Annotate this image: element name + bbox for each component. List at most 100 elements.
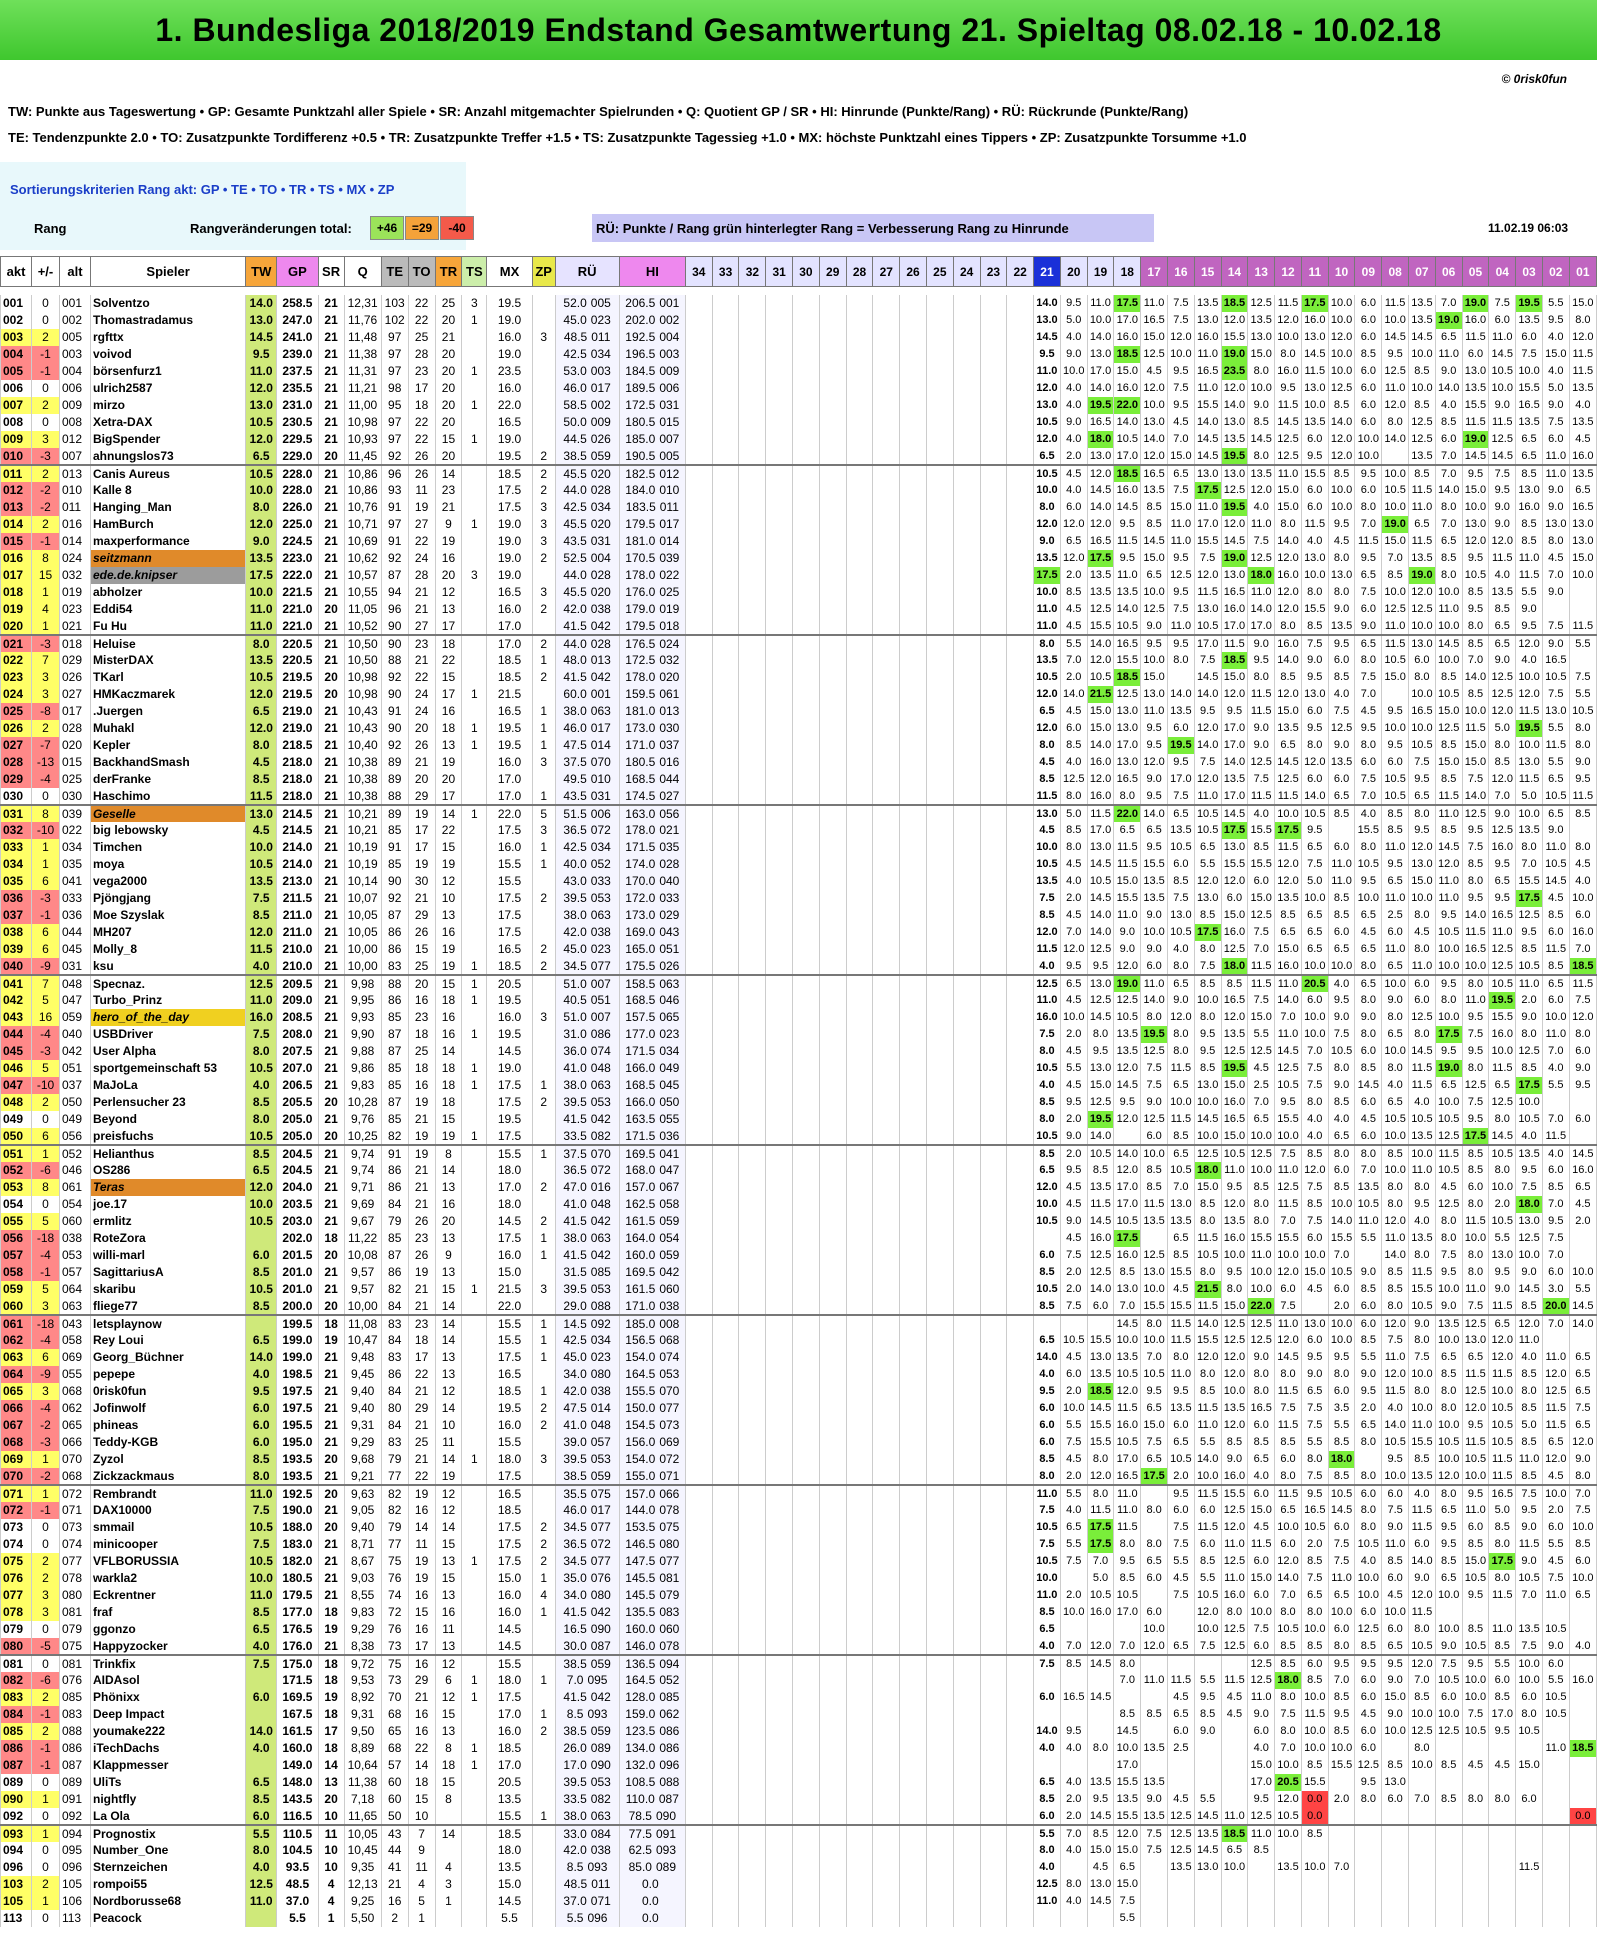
matchday-cell: 12.5 (1247, 294, 1276, 312)
matchday-cell (845, 1246, 874, 1264)
mx: 15.5 (486, 1807, 533, 1826)
table-row: 068 -3 066 Teddy-KGB 6.0 195.0 21 9,29 83 25 11 15.… (0, 1433, 1597, 1451)
matchday-cell: 14.0 (1059, 685, 1088, 703)
matchday-cell: 10.0 (1408, 1756, 1436, 1774)
matchday-cell: 6.0 (1327, 770, 1356, 788)
ru-score: 34.0 080 (554, 1365, 620, 1383)
matchday-cell: 11.0 (1166, 515, 1195, 533)
matchday-cell (765, 1127, 794, 1146)
matchday-cell (845, 668, 874, 686)
standings-table-wrap: akt +/- alt Spieler TW GP SR Q TE TO TR TS MX ZP RÜ HI 3… (0, 256, 1597, 1927)
matchday-cell: 11.5 (1461, 1365, 1490, 1383)
hi-score-rank: 078 (659, 1638, 680, 1653)
hi-score: 154.5 073 (618, 1416, 686, 1434)
matchday-cell: 9.0 (1488, 498, 1517, 516)
matchday-cell (979, 634, 1008, 652)
matchday-cell: 4.5 (1381, 1586, 1410, 1604)
matchday-cell: 12.0 (1274, 685, 1302, 703)
ts (461, 617, 488, 636)
mx: 17.5 (486, 1229, 533, 1247)
tw: 6.5 (245, 447, 278, 466)
matchday-cell (845, 702, 874, 720)
table-row: 032 -10 022 big lebowsky 4.5 214.5 21 10,21 85 17… (0, 821, 1597, 839)
column-header-45: 05 (1461, 256, 1490, 287)
rank-change: -10 (31, 821, 60, 839)
hi-score-rank: 016 (659, 755, 680, 769)
matchday-cell: 12.5 (1488, 821, 1517, 839)
matchday-cell: 4.5 (1247, 1518, 1276, 1536)
previous-rank: 012 (58, 430, 92, 448)
matchday-cell: 6.5 (1354, 634, 1383, 652)
tw (245, 1314, 278, 1332)
mx: 17.5 (486, 1552, 533, 1570)
matchday-cell: 17.0 (1113, 311, 1142, 329)
matchday-cell (872, 770, 901, 788)
matchday-cell (872, 311, 901, 329)
matchday-cell: 9.5 (1140, 787, 1168, 806)
rank-change: 2 (31, 719, 60, 737)
ru-score-points: 42.5 (563, 1333, 587, 1347)
matchday-cell (1006, 1229, 1035, 1247)
table-row: 015 -1 014 maxperformance 9.0 224.5 21 10,69 91 2… (0, 532, 1597, 550)
ts (461, 1365, 488, 1383)
matchday-cell: 10.0 (1541, 1484, 1570, 1502)
te: 87 (380, 566, 409, 584)
sr: 19 (317, 1688, 345, 1706)
zp: 2 (531, 957, 556, 976)
matchday-cell: 9.5 (1247, 651, 1276, 669)
zp: 2 (531, 1399, 556, 1417)
matchday-cell (818, 1620, 847, 1638)
player-name: Canis Aureus (89, 464, 247, 482)
matchday-cell (711, 481, 740, 499)
matchday-cell: 9.0 (1113, 923, 1142, 941)
matchday-cell (1006, 1535, 1035, 1553)
matchday-cell: 12.5 (1220, 1552, 1249, 1570)
mx: 15.5 (486, 1433, 533, 1451)
te: 85 (380, 1076, 409, 1094)
matchday-cell: 10.5 (1381, 770, 1410, 788)
sr: 18 (317, 1705, 345, 1723)
matchday-cell: 10.5 (1327, 1484, 1356, 1502)
sr: 20 (317, 1093, 345, 1111)
matchday-cell (845, 1620, 874, 1638)
ru-score: 47.5 014 (554, 1399, 620, 1417)
matchday-cell (845, 1059, 874, 1077)
matchday-cell: 4.0 (1033, 1637, 1061, 1656)
matchday-cell (765, 1399, 794, 1417)
matchday-cell: 9.5 (1193, 702, 1222, 720)
hi-score-rank: 025 (659, 585, 680, 599)
hi-score-rank: 080 (659, 1537, 680, 1551)
matchday-cell: 23.5 (1220, 362, 1249, 380)
matchday-cell (711, 464, 740, 482)
sr: 21 (317, 872, 345, 890)
matchday-cell: 8.0 (1354, 1501, 1383, 1519)
sr: 21 (317, 1433, 345, 1451)
tr: 18 (434, 634, 463, 652)
matchday-cell: 8.5 (1033, 1297, 1061, 1316)
matchday-cell (711, 1450, 740, 1468)
quotient: 9,40 (343, 1518, 382, 1536)
matchday-cell: 11.5 (1193, 1297, 1222, 1316)
matchday-cell: 15.0 (1461, 753, 1490, 771)
matchday-cell (765, 651, 794, 669)
hi-score-rank: 047 (659, 1163, 680, 1177)
matchday-cell (792, 991, 820, 1009)
matchday-cell: 10.0 (1300, 396, 1329, 414)
to: 29 (407, 906, 436, 924)
matchday-cell: 6.5 (1300, 1586, 1329, 1604)
ru-score-points: 47.5 (563, 1401, 587, 1415)
matchday-cell: 13.5 (1140, 1773, 1168, 1791)
matchday-cell (818, 1688, 847, 1706)
matchday-cell: 12.0 (1488, 1348, 1517, 1366)
matchday-cell (711, 1637, 740, 1656)
tr: 17 (434, 617, 463, 636)
hi-score-points: 156.0 (625, 1435, 656, 1449)
matchday-cell: 8.5 (1193, 1382, 1222, 1400)
rank: 054 (0, 1195, 33, 1213)
matchday-cell: 10.5 (1488, 1212, 1517, 1230)
ru-score-rank: 034 (590, 1333, 611, 1347)
matchday-cell (899, 719, 927, 737)
te: 50 (380, 1807, 409, 1826)
matchday-cell: 9.0 (1515, 1008, 1543, 1026)
matchday-cell: 6.5 (1327, 1586, 1356, 1604)
